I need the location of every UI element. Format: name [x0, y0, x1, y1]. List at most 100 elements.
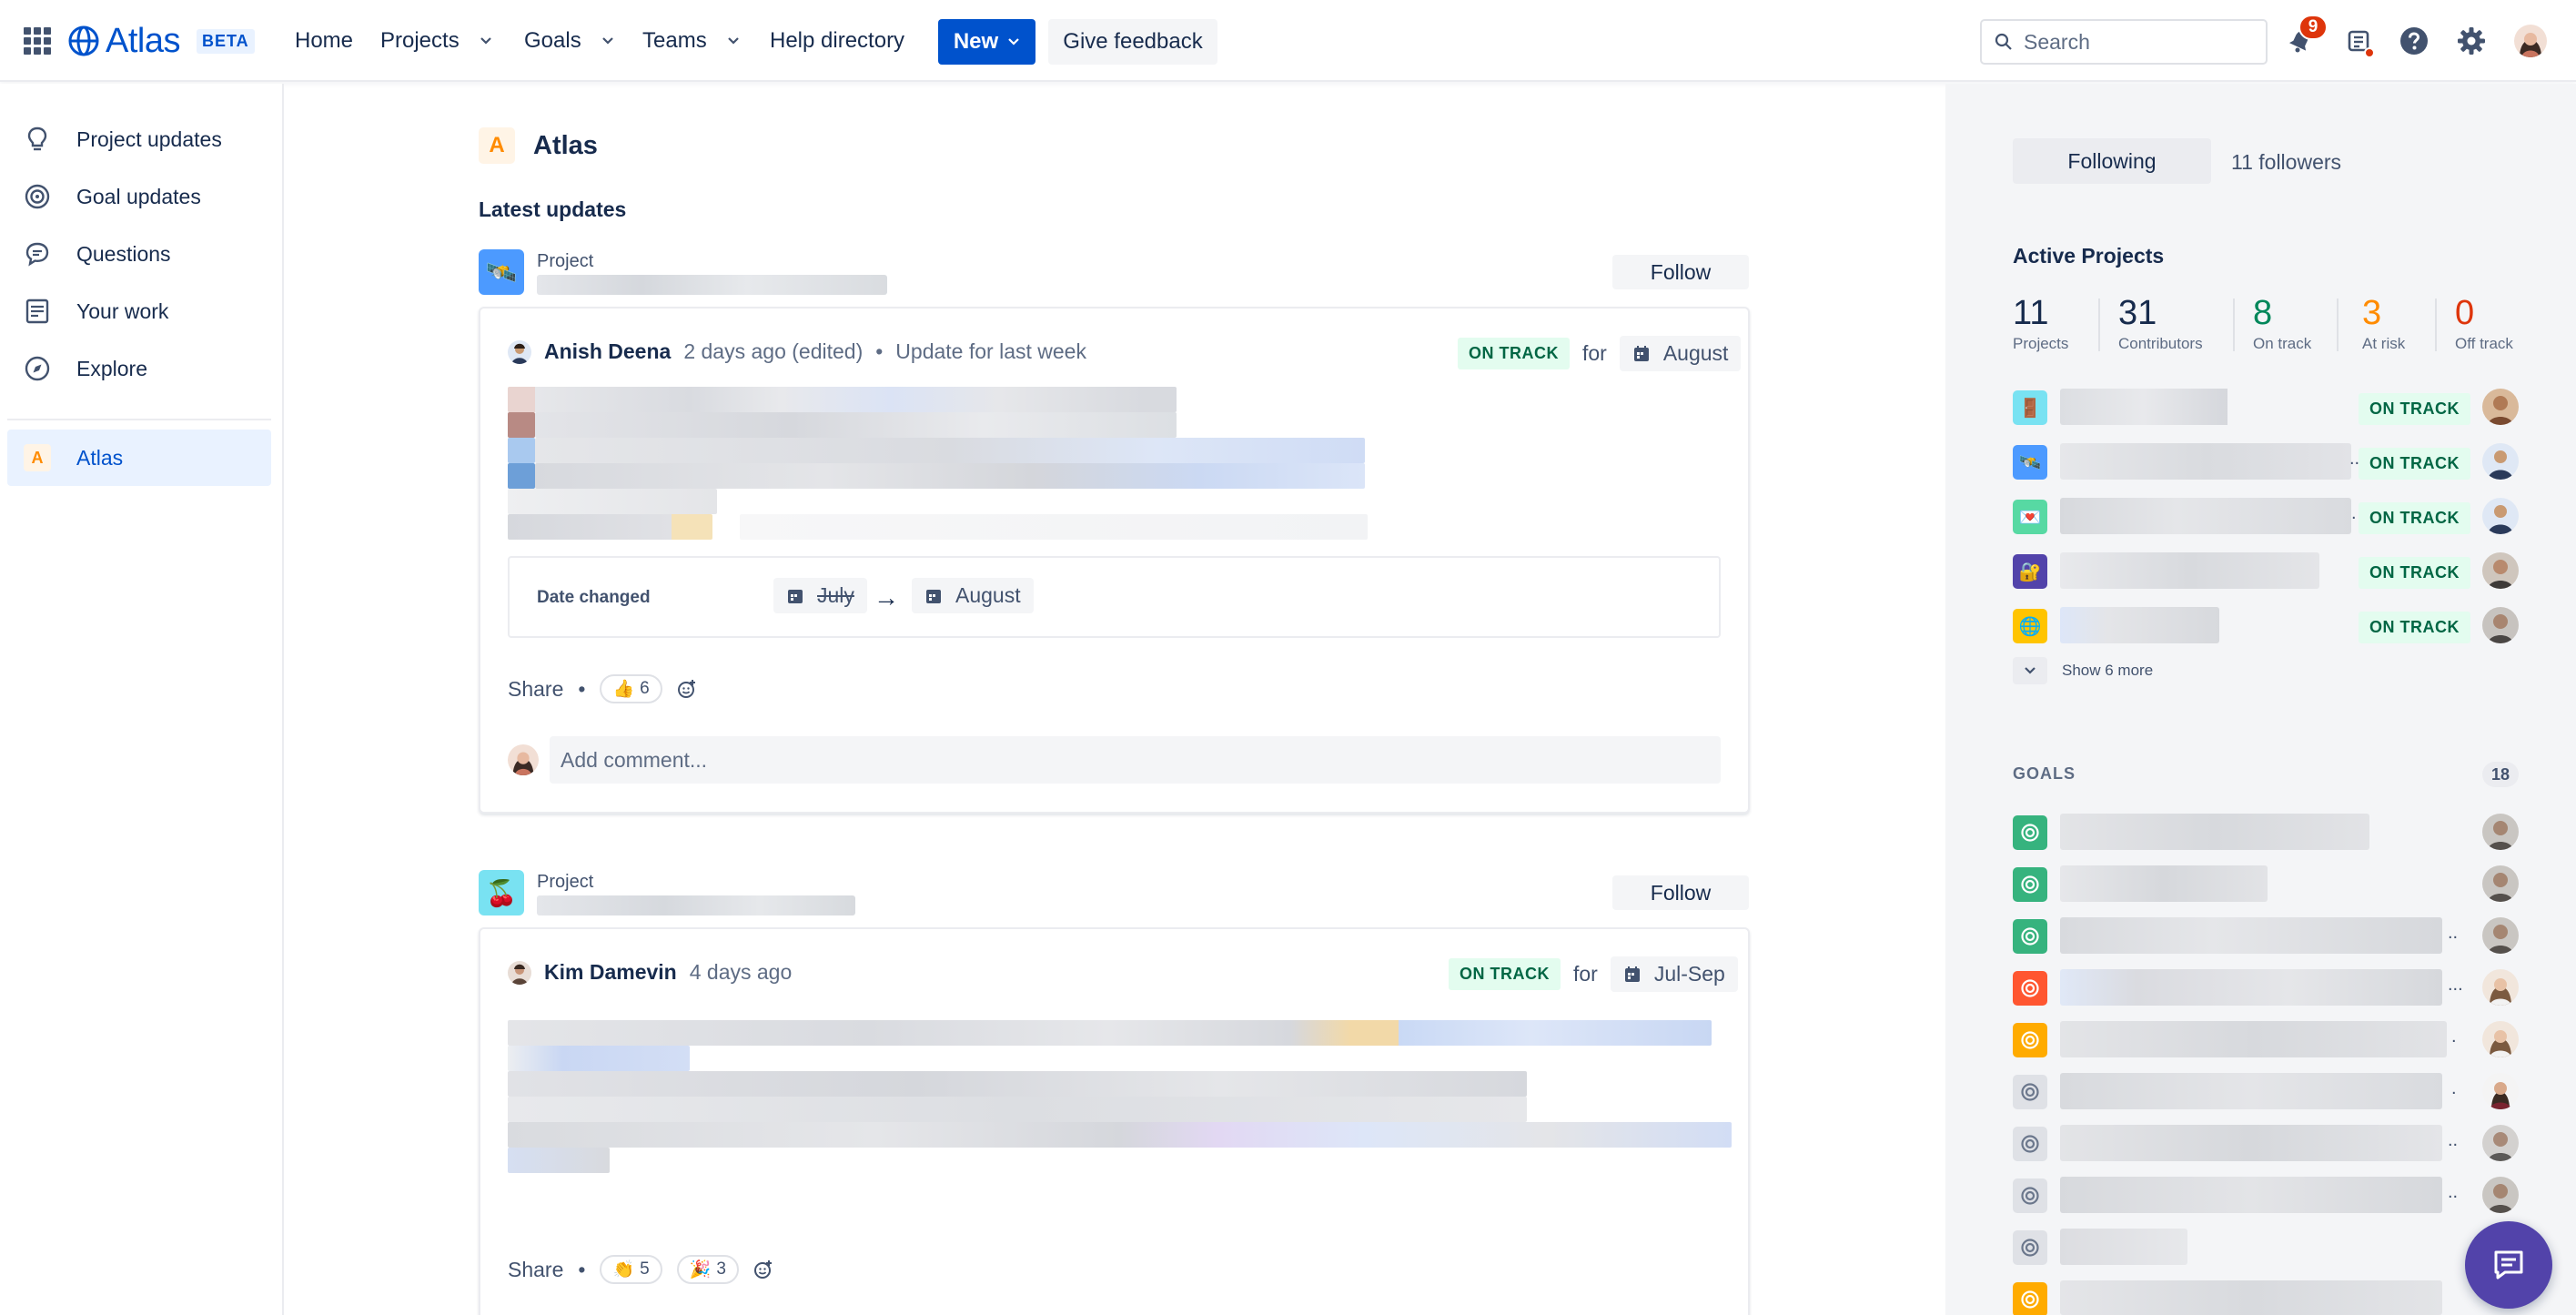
project-type-label: Project	[537, 872, 594, 892]
new-button[interactable]: New	[938, 19, 1035, 65]
give-feedback-button[interactable]: Give feedback	[1048, 19, 1217, 65]
settings-button[interactable]	[2454, 24, 2489, 58]
active-project-row[interactable]: 🚪 ON TRACK	[2013, 389, 2522, 425]
reaction-party[interactable]: 🎉 3	[676, 1255, 739, 1284]
sidebar-item-project-updates[interactable]: Project updates	[7, 111, 271, 167]
active-project-row[interactable]: 💌 . ON TRACK	[2013, 498, 2522, 534]
sidebar-divider	[7, 419, 271, 420]
active-project-row[interactable]: 🛰️ .. ON TRACK	[2013, 443, 2522, 480]
active-project-row[interactable]: 🔐 ON TRACK	[2013, 552, 2522, 589]
owner-avatar	[2482, 498, 2519, 534]
author-name[interactable]: Anish Deena	[544, 339, 671, 364]
add-comment-input[interactable]: Add comment...	[550, 736, 1721, 784]
status-badge: ON TRACK	[2359, 557, 2470, 589]
help-button[interactable]	[2397, 24, 2431, 58]
owner-avatar	[2482, 917, 2519, 954]
search-input[interactable]	[2024, 29, 2242, 55]
app-switcher-icon[interactable]	[24, 27, 51, 55]
sidebar-item-goal-updates[interactable]: Goal updates	[7, 168, 271, 225]
owner-avatar	[2482, 969, 2519, 1006]
author-name[interactable]: Kim Damevin	[544, 960, 677, 985]
unread-dot	[2364, 47, 2375, 58]
reaction-count: 6	[640, 679, 650, 698]
chevron-down-icon	[601, 37, 613, 45]
sidebar-item-atlas[interactable]: A Atlas	[7, 430, 271, 486]
goal-target-icon	[2013, 1023, 2047, 1057]
calendar-icon	[926, 589, 941, 603]
active-project-row[interactable]: 🌐 ON TRACK	[2013, 607, 2522, 643]
chevron-down-icon	[727, 37, 739, 45]
add-reaction-icon[interactable]	[677, 679, 697, 699]
goal-target-icon	[2013, 1075, 2047, 1109]
goal-row[interactable]	[2013, 865, 2522, 902]
owner-avatar	[2482, 814, 2519, 850]
nav-goals-label: Goals	[524, 28, 581, 53]
stat-projects: 11 Projects	[2013, 294, 2069, 352]
followers-link[interactable]: 11 followers	[2231, 150, 2341, 175]
lock-project-icon: 🔐	[2013, 554, 2047, 589]
chevron-down-icon	[1008, 38, 1019, 46]
reaction-thumbs-up[interactable]: 👍 6	[600, 674, 662, 703]
project-icon: A	[479, 127, 515, 164]
goal-row[interactable]	[2013, 814, 2522, 850]
sidebar-item-explore[interactable]: Explore	[7, 340, 271, 397]
share-button[interactable]: Share	[508, 677, 563, 702]
reaction-clap[interactable]: 👏 5	[600, 1255, 662, 1284]
share-button[interactable]: Share	[508, 1258, 563, 1282]
comment-icon	[24, 240, 51, 268]
top-navigation: Atlas BETA Home Projects Goals Teams Hel…	[0, 0, 2576, 82]
give-feedback-label: Give feedback	[1063, 29, 1203, 54]
door-project-icon: 🚪	[2013, 390, 2047, 425]
update-status: ON TRACK for August	[1458, 336, 1742, 371]
beta-badge: BETA	[196, 28, 255, 54]
show-more-button[interactable]: Show 6 more	[2013, 657, 2153, 684]
status-badge: ON TRACK	[1449, 958, 1561, 990]
follow-button[interactable]: Follow	[1612, 255, 1749, 289]
nav-teams-label: Teams	[642, 28, 707, 53]
cherry-project-icon: 🍒	[479, 870, 524, 915]
search-box[interactable]	[1980, 19, 2268, 65]
goal-row[interactable]: ..	[2013, 1177, 2522, 1213]
profile-button[interactable]	[2513, 24, 2548, 58]
add-reaction-icon[interactable]	[753, 1259, 773, 1280]
nav-help-directory[interactable]: Help directory	[770, 25, 904, 56]
update-card: Anish Deena 2 days ago (edited) • Update…	[479, 307, 1750, 814]
goal-target-icon	[2013, 1230, 2047, 1265]
nav-goals[interactable]: Goals	[524, 25, 614, 56]
app-name: Atlas	[106, 21, 180, 60]
redacted-goal-name	[2060, 1073, 2442, 1109]
atlas-logo[interactable]: Atlas BETA	[67, 20, 255, 62]
show-more-label: Show 6 more	[2062, 662, 2154, 679]
update-time: 2 days ago (edited)	[683, 339, 864, 363]
follow-button[interactable]: Follow	[1612, 875, 1749, 910]
goal-row[interactable]: ..	[2013, 1125, 2522, 1161]
owner-avatar	[2482, 389, 2519, 425]
stat-off-track: 0 Off track	[2455, 294, 2513, 352]
goal-row[interactable]	[2013, 1280, 2522, 1315]
goal-row[interactable]: ..	[2013, 917, 2522, 954]
owner-avatar	[2482, 552, 2519, 589]
sidebar-item-questions[interactable]: Questions	[7, 226, 271, 282]
goal-row[interactable]: ...	[2013, 969, 2522, 1006]
update-status: ON TRACK for Jul-Sep	[1449, 956, 1738, 992]
update-meta: Kim Damevin 4 days ago	[508, 960, 792, 985]
goals-heading: GOALS	[2013, 764, 2076, 783]
status-badge: ON TRACK	[2359, 502, 2470, 534]
stat-divider	[2233, 298, 2235, 351]
settings-icon	[2458, 27, 2485, 55]
page-title: Atlas	[533, 130, 598, 160]
redacted-goal-name	[2060, 1021, 2447, 1057]
nav-teams[interactable]: Teams	[642, 25, 740, 56]
nav-projects[interactable]: Projects	[380, 25, 492, 56]
sidebar-item-your-work[interactable]: Your work	[7, 283, 271, 339]
chat-help-button[interactable]	[2465, 1221, 2552, 1309]
update-subtitle: Update for last week	[895, 339, 1086, 363]
goal-row[interactable]: .	[2013, 1021, 2522, 1057]
goal-row[interactable]	[2013, 1229, 2522, 1265]
goal-row[interactable]: .	[2013, 1073, 2522, 1109]
update-card: Kim Damevin 4 days ago ON TRACK for Jul-…	[479, 927, 1750, 1315]
for-label: for	[1582, 341, 1607, 365]
following-button[interactable]: Following	[2013, 138, 2211, 184]
nav-home[interactable]: Home	[295, 25, 353, 56]
owner-avatar	[2482, 607, 2519, 643]
